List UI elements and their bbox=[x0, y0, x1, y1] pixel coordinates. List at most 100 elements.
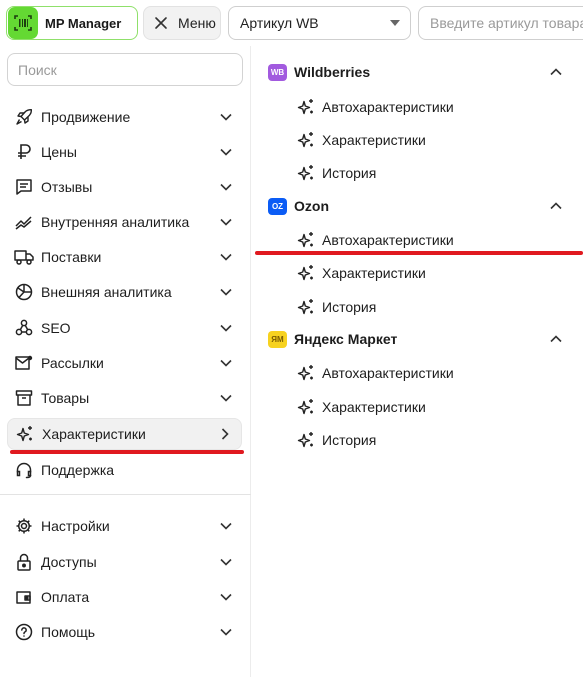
trend-icon bbox=[13, 211, 35, 233]
sparkle-icon bbox=[296, 430, 316, 450]
ruble-icon bbox=[13, 141, 35, 163]
pie-chart-icon bbox=[13, 281, 35, 303]
article-type-select[interactable]: Артикул WB bbox=[228, 6, 411, 40]
sidebar-item-external-analytics[interactable]: Внешняя аналитика bbox=[7, 276, 242, 308]
highlight-underline bbox=[255, 251, 583, 255]
sidebar-item-help[interactable]: Помощь bbox=[7, 616, 242, 648]
submenu-item-auto-characteristics[interactable]: Автохарактеристики bbox=[296, 94, 556, 120]
chevron-down-icon bbox=[218, 144, 234, 160]
submenu-item-characteristics[interactable]: Характеристики bbox=[296, 260, 556, 286]
chevron-down-icon bbox=[218, 320, 234, 336]
sidebar-item-label: Отзывы bbox=[41, 179, 93, 195]
sidebar-item-label: Поддержка bbox=[41, 462, 115, 478]
chevron-down-icon bbox=[218, 624, 234, 640]
chevron-down-icon bbox=[218, 249, 234, 265]
marketplace-name: Wildberries bbox=[294, 64, 371, 80]
marketplace-header-yandex-market[interactable]: ЯМ Яндекс Маркет bbox=[268, 327, 568, 351]
submenu-item-label: История bbox=[322, 432, 377, 448]
chevron-down-icon bbox=[218, 554, 234, 570]
chevron-down-icon bbox=[218, 390, 234, 406]
sidebar: Продвижение Цены Отзывы Вн bbox=[0, 46, 251, 677]
rocket-icon bbox=[13, 106, 35, 128]
sidebar-search-input[interactable] bbox=[7, 53, 243, 86]
brand-button[interactable]: MP Manager bbox=[6, 6, 138, 40]
submenu-item-label: История bbox=[322, 165, 377, 181]
brand-name: MP Manager bbox=[45, 15, 122, 31]
submenu-item-label: История bbox=[322, 299, 377, 315]
sidebar-item-label: Характеристики bbox=[42, 426, 146, 442]
sidebar-item-characteristics[interactable]: Характеристики bbox=[7, 418, 242, 450]
sidebar-item-label: Цены bbox=[41, 144, 77, 160]
sidebar-item-seo[interactable]: SEO bbox=[7, 312, 242, 344]
sidebar-item-internal-analytics[interactable]: Внутренняя аналитика bbox=[7, 206, 242, 238]
sidebar-item-label: Доступы bbox=[41, 554, 97, 570]
gear-icon bbox=[13, 515, 35, 537]
submenu-item-characteristics[interactable]: Характеристики bbox=[296, 127, 556, 153]
submenu-item-history[interactable]: История bbox=[296, 427, 556, 453]
sidebar-item-label: Товары bbox=[41, 390, 90, 406]
link-icon bbox=[13, 317, 35, 339]
chevron-up-icon bbox=[548, 198, 564, 214]
submenu-item-label: Автохарактеристики bbox=[322, 365, 454, 381]
truck-icon bbox=[13, 246, 35, 268]
sidebar-item-label: Продвижение bbox=[41, 109, 131, 125]
sidebar-item-label: Поставки bbox=[41, 249, 102, 265]
characteristics-submenu-panel: WB Wildberries Автохарактеристики Характ… bbox=[252, 46, 583, 677]
submenu-item-auto-characteristics[interactable]: Автохарактеристики bbox=[296, 360, 556, 386]
sparkle-icon bbox=[296, 97, 316, 117]
chevron-up-icon bbox=[548, 64, 564, 80]
submenu-item-label: Автохарактеристики bbox=[322, 99, 454, 115]
sidebar-item-label: Рассылки bbox=[41, 355, 104, 371]
submenu-item-label: Характеристики bbox=[322, 265, 426, 281]
menu-label: Меню bbox=[178, 15, 216, 31]
submenu-item-label: Характеристики bbox=[322, 132, 426, 148]
sidebar-item-support[interactable]: Поддержка bbox=[7, 454, 242, 486]
marketplace-name: Ozon bbox=[294, 198, 329, 214]
article-input[interactable] bbox=[418, 6, 583, 40]
submenu-item-label: Характеристики bbox=[322, 399, 426, 415]
sidebar-item-supplies[interactable]: Поставки bbox=[7, 241, 242, 273]
sparkle-icon bbox=[296, 263, 316, 283]
sidebar-item-prices[interactable]: Цены bbox=[7, 136, 242, 168]
barcode-logo-icon bbox=[8, 7, 38, 39]
sidebar-item-promotion[interactable]: Продвижение bbox=[7, 101, 242, 133]
sparkle-icon bbox=[296, 230, 316, 250]
help-icon bbox=[13, 621, 35, 643]
sparkle-icon bbox=[296, 363, 316, 383]
headset-icon bbox=[13, 459, 35, 481]
chevron-up-icon bbox=[548, 331, 564, 347]
chevron-down-icon bbox=[218, 109, 234, 125]
chevron-down-icon bbox=[218, 214, 234, 230]
sidebar-item-mailings[interactable]: Рассылки bbox=[7, 347, 242, 379]
sidebar-item-settings[interactable]: Настройки bbox=[7, 510, 242, 542]
caret-down-icon bbox=[390, 20, 400, 26]
marketplace-header-ozon[interactable]: OZ Ozon bbox=[268, 194, 568, 218]
chevron-down-icon bbox=[218, 179, 234, 195]
submenu-item-characteristics[interactable]: Характеристики bbox=[296, 394, 556, 420]
marketplace-name: Яндекс Маркет bbox=[294, 331, 398, 347]
sparkle-icon bbox=[296, 297, 316, 317]
box-icon bbox=[13, 387, 35, 409]
wallet-icon bbox=[13, 586, 35, 608]
comment-icon bbox=[13, 176, 35, 198]
sidebar-item-access[interactable]: Доступы bbox=[7, 546, 242, 578]
chevron-down-icon bbox=[218, 589, 234, 605]
sidebar-item-label: Внутренняя аналитика bbox=[41, 214, 190, 230]
sidebar-item-label: Помощь bbox=[41, 624, 96, 640]
submenu-item-history[interactable]: История bbox=[296, 160, 556, 186]
sidebar-item-products[interactable]: Товары bbox=[7, 382, 242, 414]
submenu-item-history[interactable]: История bbox=[296, 294, 556, 320]
chevron-down-icon bbox=[218, 284, 234, 300]
wildberries-logo-icon: WB bbox=[268, 63, 287, 81]
marketplace-header-wildberries[interactable]: WB Wildberries bbox=[268, 60, 568, 84]
sidebar-item-label: Настройки bbox=[41, 518, 110, 534]
submenu-item-label: Автохарактеристики bbox=[322, 232, 454, 248]
menu-button[interactable]: Меню bbox=[143, 6, 221, 40]
sidebar-item-payment[interactable]: Оплата bbox=[7, 581, 242, 613]
yandex-market-logo-icon: ЯМ bbox=[268, 330, 287, 348]
sparkle-icon bbox=[296, 163, 316, 183]
article-type-value: Артикул WB bbox=[240, 15, 319, 31]
top-bar: MP Manager Меню Артикул WB bbox=[0, 0, 583, 46]
submenu-item-auto-characteristics[interactable]: Автохарактеристики bbox=[296, 227, 556, 253]
sidebar-item-reviews[interactable]: Отзывы bbox=[7, 171, 242, 203]
